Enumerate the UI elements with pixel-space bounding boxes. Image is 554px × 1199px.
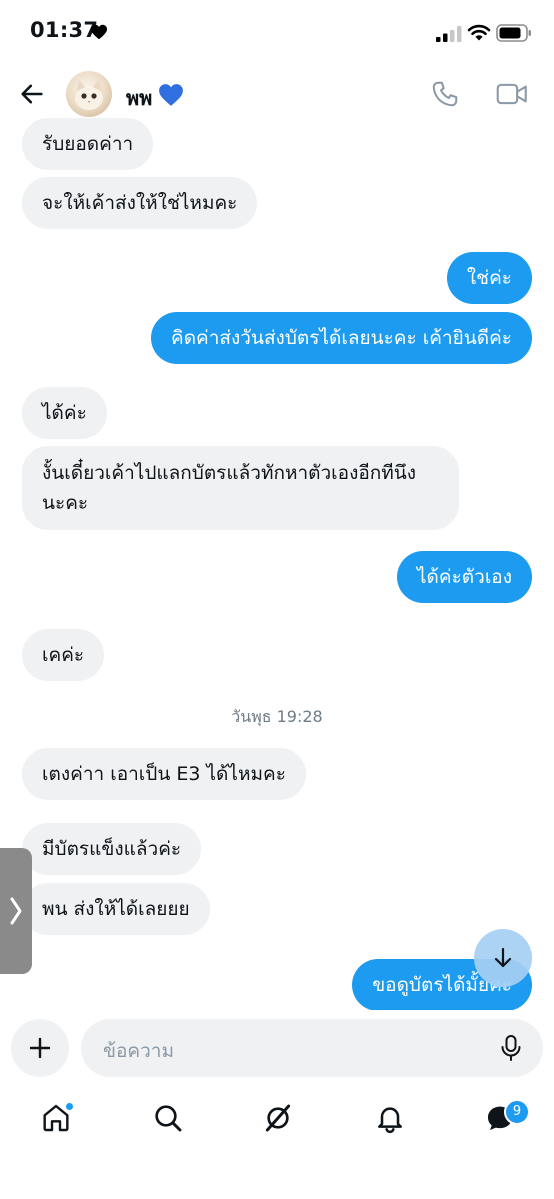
grok-icon[interactable] xyxy=(262,1102,294,1138)
chevron-right-icon xyxy=(8,895,24,931)
message-outgoing: ได้ค่ะตัวเอง xyxy=(397,551,532,603)
message-incoming: มีบัตรแข็งแล้วค่ะ xyxy=(22,823,202,875)
battery-icon xyxy=(496,24,532,46)
avatar[interactable] xyxy=(66,71,112,117)
arrow-down-icon xyxy=(494,947,512,968)
message-list[interactable]: รับยอดค่าา จะให้เค้าส่งให้ใช่ไหมคะ ใช่ค่… xyxy=(0,115,554,1010)
contact-name[interactable]: พพ xyxy=(126,82,152,114)
message-input-placeholder: ข้อความ xyxy=(103,1040,174,1062)
message-incoming: เคค่ะ xyxy=(22,629,105,681)
bell-icon[interactable] xyxy=(374,1102,406,1138)
side-panel-handle[interactable] xyxy=(0,848,32,974)
message-outgoing: ใช่ค่ะ xyxy=(446,252,532,304)
message-incoming: พน ส่งให้ได้เลยยย xyxy=(22,883,210,935)
blue-heart-icon xyxy=(158,83,184,111)
status-time: 01:37 xyxy=(30,18,99,42)
mic-icon[interactable] xyxy=(499,1034,523,1066)
message-outgoing: คิดค่าส่งวันส่งบัตรได้เลยนะคะ เค้ายินดีค… xyxy=(151,312,532,364)
message-incoming: รับยอดค่าา xyxy=(22,118,154,170)
status-bar: 01:37 xyxy=(0,0,554,66)
plus-icon xyxy=(29,1037,51,1059)
message-incoming: งั้นเดี๋ยวเค้าไปแลกบัตรแล้วทักหาตัวเองอี… xyxy=(22,446,459,530)
add-attachment-button[interactable] xyxy=(11,1019,69,1077)
cellular-signal-icon xyxy=(436,26,462,46)
scroll-to-bottom-button[interactable] xyxy=(474,929,532,987)
message-input[interactable]: ข้อความ xyxy=(81,1019,543,1077)
search-icon[interactable] xyxy=(152,1102,184,1138)
date-separator: วันพุธ 19:28 xyxy=(231,707,323,726)
wifi-icon xyxy=(467,23,491,46)
message-incoming: เตงค่าา เอาเป็น E3 ได้ไหมคะ xyxy=(22,748,306,800)
video-call-icon[interactable] xyxy=(496,81,528,111)
back-arrow-icon[interactable] xyxy=(18,80,46,112)
messages-badge: 9 xyxy=(504,1099,530,1125)
heart-icon xyxy=(90,24,108,44)
message-incoming: จะให้เค้าส่งให้ใช่ไหมคะ xyxy=(22,177,258,229)
message-incoming: ได้ค่ะ xyxy=(22,387,107,439)
home-notification-dot xyxy=(66,1103,73,1110)
bottom-navigation: 9 xyxy=(0,1090,554,1150)
phone-icon[interactable] xyxy=(430,79,460,113)
